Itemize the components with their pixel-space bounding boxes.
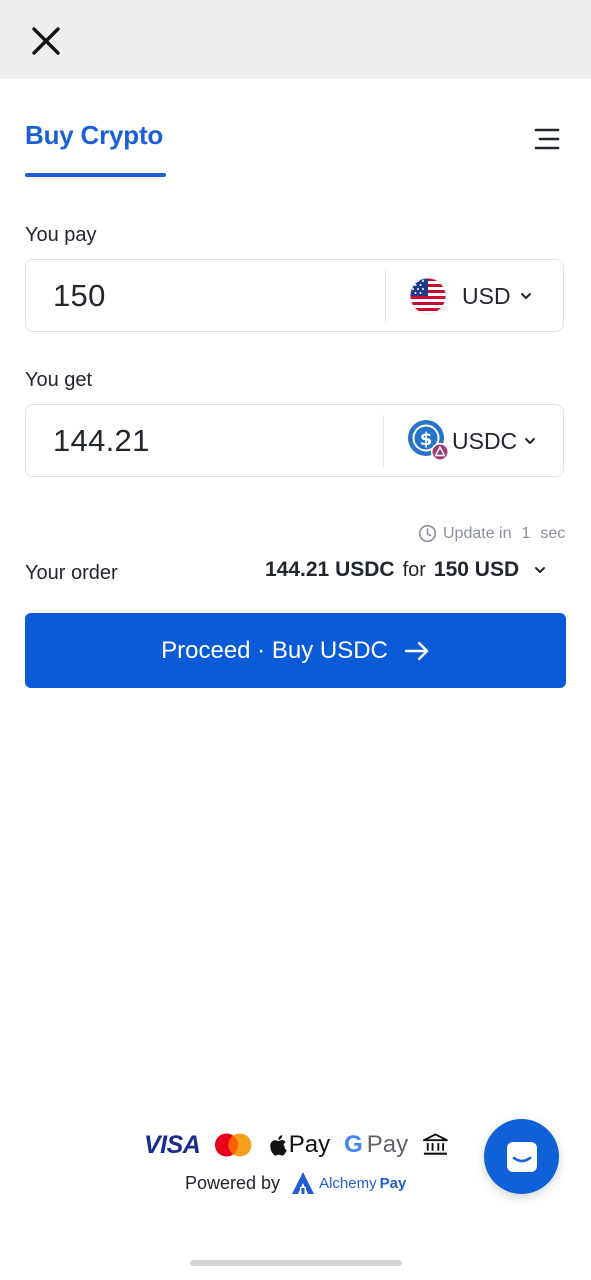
order-fiat-amount: 150 USD: [433, 558, 520, 581]
close-button[interactable]: [26, 21, 66, 61]
order-crypto-amount: 144.21 USDC: [265, 558, 395, 581]
tab-buy-crypto[interactable]: Buy Crypto: [25, 120, 163, 151]
order-summary-toggle[interactable]: 144.21 USDC for 150 USD: [265, 558, 547, 582]
update-timer: Update in 1 sec: [418, 524, 565, 543]
visa-logo: VISA: [144, 1130, 201, 1159]
svg-text:$: $: [420, 429, 433, 450]
chevron-down-icon: [535, 567, 546, 573]
google-g-icon: G: [344, 1131, 363, 1158]
close-icon: [32, 27, 60, 55]
you-get-value: 144.21: [53, 423, 150, 458]
usdc-icon: $: [408, 420, 449, 461]
field-divider: [383, 415, 384, 467]
you-pay-input[interactable]: 150: [53, 260, 106, 332]
chat-support-button[interactable]: [484, 1119, 559, 1194]
home-indicator: [190, 1260, 402, 1266]
google-pay-logo: G Pay: [344, 1131, 408, 1159]
proceed-buy-button[interactable]: Proceed · Buy USDC: [25, 613, 566, 688]
chat-icon: [506, 1141, 537, 1172]
bank-icon: [423, 1133, 449, 1155]
get-currency-code: USDC: [452, 427, 518, 454]
alchemy-pay-logo: Alchemy Pay: [290, 1171, 406, 1195]
get-currency-select[interactable]: $ USDC: [406, 405, 537, 477]
update-count: 1: [521, 524, 531, 542]
you-pay-field: 150 USD: [25, 259, 564, 332]
alchemy-pay-text: Pay: [379, 1174, 407, 1192]
apple-icon: [269, 1135, 287, 1156]
tab-active-indicator: [25, 173, 166, 177]
pay-currency-code: USD: [462, 282, 511, 309]
update-prefix: Update in: [443, 524, 512, 542]
menu-icon: [534, 128, 560, 150]
payment-methods: VISA Pay G Pay: [144, 1128, 449, 1162]
alchemy-name: Alchemy: [319, 1174, 377, 1192]
proceed-label: Proceed · Buy USDC: [161, 636, 388, 664]
chevron-down-icon: [525, 438, 536, 444]
clock-icon: [418, 524, 437, 543]
chevron-down-icon: [520, 293, 531, 299]
update-unit: sec: [540, 524, 566, 542]
apple-pay-text: Pay: [288, 1131, 331, 1158]
top-bar: [0, 0, 591, 79]
us-flag-icon: [409, 277, 447, 315]
order-label: Your order: [25, 562, 118, 584]
field-divider: [385, 270, 386, 322]
google-pay-text: Pay: [366, 1131, 409, 1158]
menu-button[interactable]: [532, 124, 564, 156]
powered-by-text: Powered by: [185, 1172, 281, 1193]
powered-by: Powered by Alchemy Pay: [185, 1169, 406, 1197]
pay-currency-select[interactable]: USD: [409, 260, 533, 332]
alchemy-logo-icon: [292, 1172, 315, 1194]
arrow-right-icon: [404, 641, 429, 660]
order-for-word: for: [402, 558, 426, 581]
you-get-label: You get: [25, 369, 93, 391]
apple-pay-logo: Pay: [269, 1131, 330, 1159]
mastercard-icon: [215, 1133, 252, 1157]
you-get-field: 144.21 $ USDC: [25, 404, 564, 477]
you-pay-label: You pay: [25, 224, 97, 246]
